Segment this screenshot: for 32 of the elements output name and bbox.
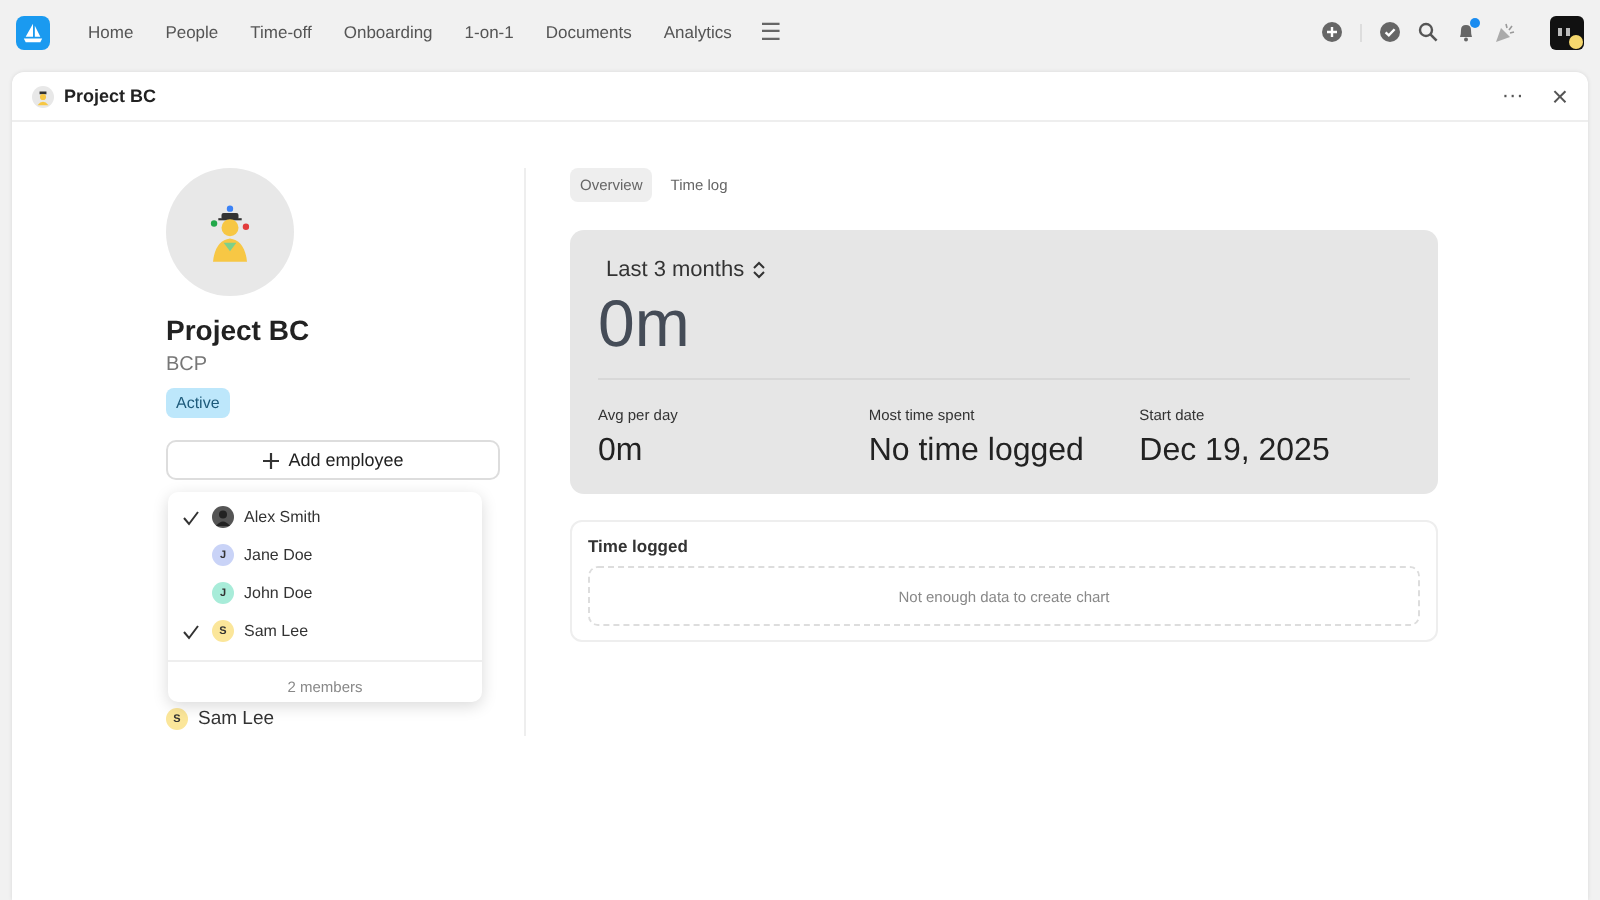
- menu-button[interactable]: ☰: [751, 18, 790, 46]
- nav-link[interactable]: People: [153, 16, 231, 48]
- nav-link[interactable]: Home: [76, 16, 146, 48]
- nav-link[interactable]: Time-off: [238, 16, 324, 48]
- nav-link[interactable]: Onboarding: [331, 16, 445, 48]
- plus-icon: [262, 451, 281, 469]
- person-avatar-icon: [212, 506, 234, 528]
- close-button[interactable]: ×: [1551, 80, 1568, 112]
- member-name: Sam Lee: [198, 708, 275, 730]
- card-title: Time logged: [588, 536, 690, 556]
- add-icon[interactable]: [1322, 22, 1342, 42]
- project-code: BCP: [166, 354, 210, 376]
- more-button[interactable]: ···: [1501, 84, 1524, 108]
- panel-title: Project BC: [64, 86, 157, 106]
- stat-value: Dec 19, 2025: [1139, 434, 1332, 470]
- add-employee-button[interactable]: Add employee: [166, 440, 500, 480]
- sailboat-logo-icon[interactable]: [16, 15, 50, 49]
- range-selector[interactable]: Last 3 months: [606, 258, 767, 282]
- status-badge: Active: [166, 388, 230, 418]
- nav-link[interactable]: Documents: [533, 16, 644, 48]
- total-time: 0m: [598, 286, 692, 362]
- chevron-up-down-icon: [752, 260, 767, 280]
- nav-link[interactable]: Analytics: [651, 16, 744, 48]
- stat-value: No time logged: [868, 434, 1086, 470]
- search-icon[interactable]: [1418, 22, 1438, 42]
- dropdown-item[interactable]: Alex Smith: [168, 498, 482, 536]
- project-name: Project BC: [166, 314, 312, 346]
- notifications-icon[interactable]: [1456, 22, 1476, 42]
- check-circle-icon[interactable]: [1380, 22, 1400, 42]
- user-avatar-icon[interactable]: [1550, 15, 1584, 49]
- stat-value: 0m: [598, 434, 645, 470]
- nav-link[interactable]: 1-on-1: [452, 16, 526, 48]
